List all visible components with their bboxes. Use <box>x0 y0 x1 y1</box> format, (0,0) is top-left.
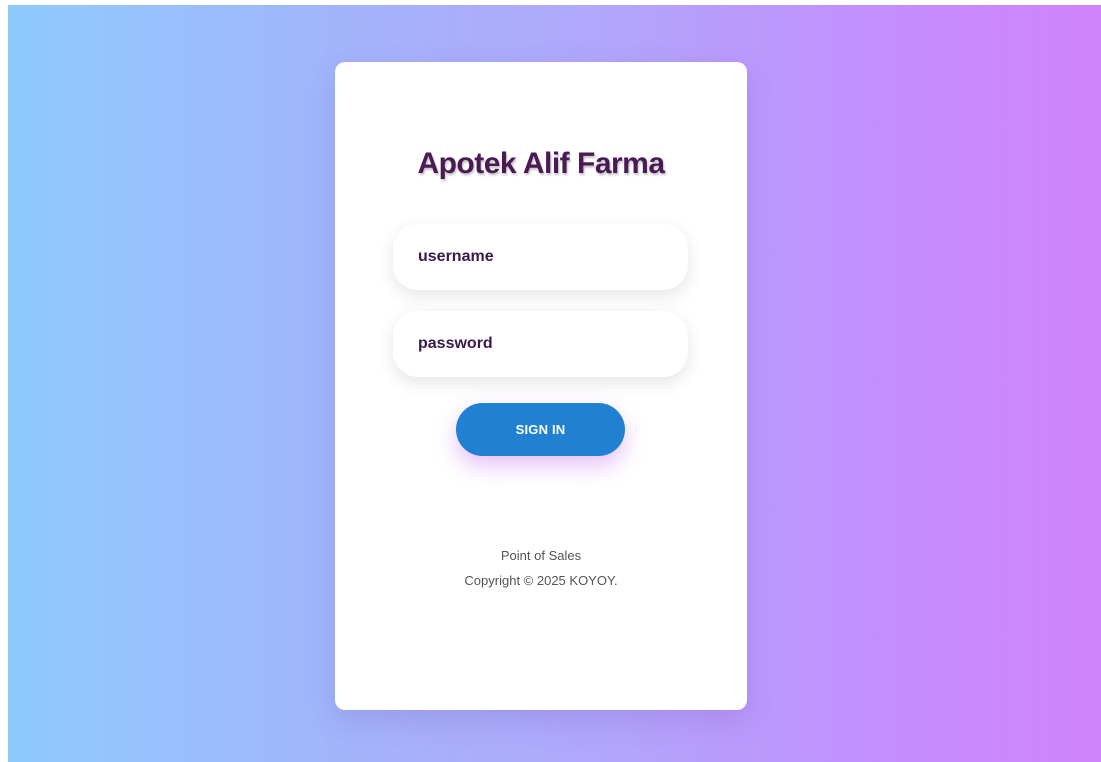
footer: Point of Sales Copyright © 2025 KOYOY. <box>335 543 747 593</box>
footer-app-name: Point of Sales <box>500 548 582 563</box>
page-background: Apotek Alif Farma SIGN IN Point of Sales… <box>8 5 1101 762</box>
password-field-wrapper <box>393 311 688 377</box>
footer-copyright: Copyright © 2025 KOYOY. <box>464 573 618 588</box>
password-input[interactable] <box>393 311 688 377</box>
login-card: Apotek Alif Farma SIGN IN Point of Sales… <box>335 62 747 710</box>
app-title: Apotek Alif Farma <box>417 147 665 180</box>
username-field-wrapper <box>393 224 688 290</box>
username-input[interactable] <box>393 224 688 290</box>
sign-in-button[interactable]: SIGN IN <box>456 403 625 456</box>
